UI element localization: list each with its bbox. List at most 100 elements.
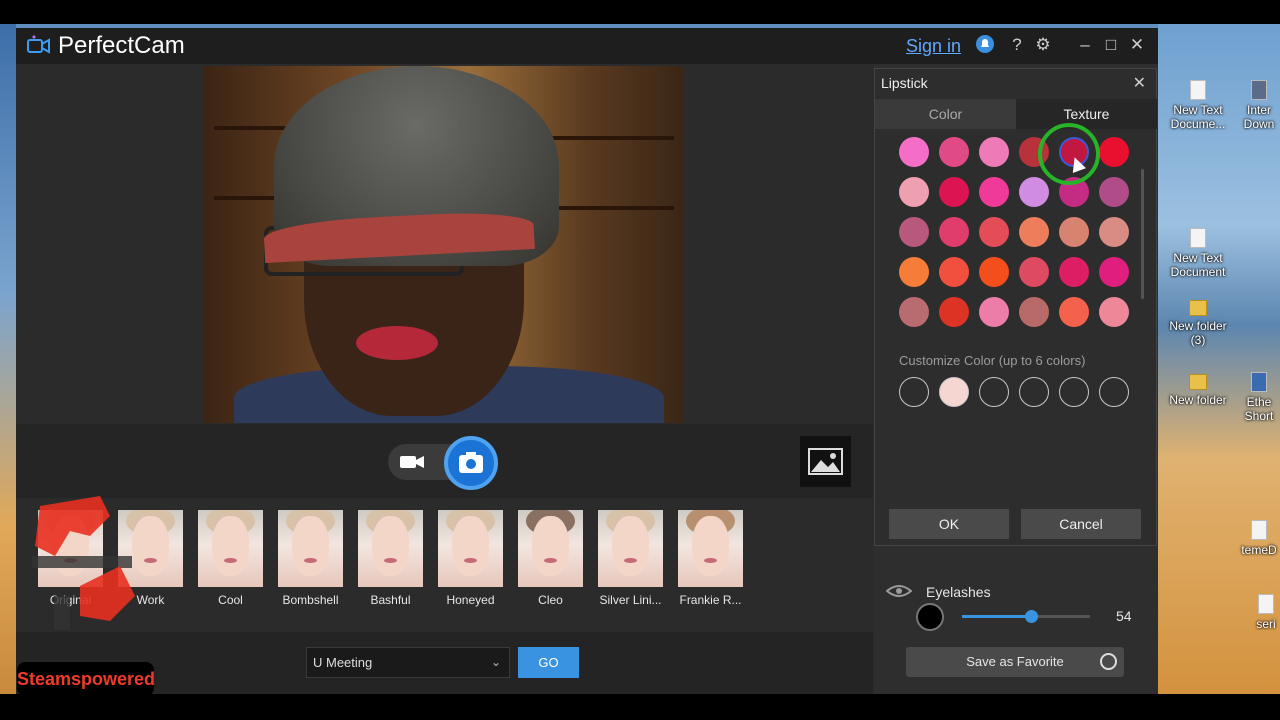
lipstick-swatch[interactable] xyxy=(1019,257,1049,287)
lipstick-swatch[interactable] xyxy=(939,297,969,327)
settings-gear-icon[interactable]: ⚙ xyxy=(1032,34,1054,56)
document-icon xyxy=(1190,228,1206,248)
lipstick-swatch[interactable] xyxy=(979,217,1009,247)
lipstick-swatch[interactable] xyxy=(939,177,969,207)
preset-label: Cleo xyxy=(538,593,563,607)
custom-color-slot[interactable] xyxy=(979,377,1009,407)
preset-silver-lining[interactable]: Silver Lini... xyxy=(598,510,663,607)
lipstick-swatch[interactable] xyxy=(1099,297,1129,327)
lipstick-swatch[interactable] xyxy=(899,177,929,207)
lipstick-swatch[interactable] xyxy=(1099,257,1129,287)
maximize-icon[interactable]: □ xyxy=(1100,34,1122,56)
desktop-icon-seri[interactable]: seri xyxy=(1252,594,1280,631)
app-title: PerfectCam xyxy=(58,32,185,59)
screen-bottom-bar xyxy=(0,694,1280,720)
eyelashes-label: Eyelashes xyxy=(926,584,991,600)
gallery-image-icon[interactable] xyxy=(800,436,851,487)
custom-color-slot[interactable] xyxy=(899,377,929,407)
close-window-icon[interactable]: ✕ xyxy=(1126,34,1148,56)
desktop-icon-label: temeD xyxy=(1241,543,1277,557)
desktop-icon-folder[interactable]: New folder xyxy=(1163,374,1233,407)
lipstick-swatch[interactable] xyxy=(899,257,929,287)
lipstick-swatch[interactable] xyxy=(979,177,1009,207)
customize-color-label: Customize Color (up to 6 colors) xyxy=(899,353,1086,368)
lipstick-swatch[interactable] xyxy=(899,217,929,247)
save-favorite-label: Save as Favorite xyxy=(966,654,1064,669)
lipstick-swatch[interactable] xyxy=(979,257,1009,287)
lipstick-swatch[interactable] xyxy=(1019,217,1049,247)
eye-visibility-icon[interactable] xyxy=(885,584,913,601)
eyelash-intensity-value: 54 xyxy=(1116,608,1132,624)
app-icon xyxy=(1251,80,1267,100)
dialog-title: Lipstick xyxy=(881,75,928,91)
desktop-icon-teme[interactable]: temeD xyxy=(1238,520,1280,557)
preset-label: Bashful xyxy=(370,593,411,607)
desktop-icon-text-doc-1[interactable]: New Text Docume... xyxy=(1163,80,1233,131)
dialog-buttons: OK Cancel xyxy=(875,501,1157,547)
go-button[interactable]: GO xyxy=(518,647,579,678)
preset-label: Frankie R... xyxy=(679,593,742,607)
preset-label: Cool xyxy=(218,593,243,607)
help-icon[interactable]: ? xyxy=(1006,34,1028,56)
minimize-icon[interactable]: – xyxy=(1074,34,1096,56)
lipstick-swatch[interactable] xyxy=(1099,217,1129,247)
custom-color-slot[interactable] xyxy=(1059,377,1089,407)
scene-select-value: U Meeting xyxy=(313,655,373,670)
refresh-icon xyxy=(1100,653,1117,670)
chevron-down-icon: ⌄ xyxy=(490,655,501,669)
sign-in-link[interactable]: Sign in xyxy=(906,36,961,57)
preset-bashful[interactable]: Bashful xyxy=(358,510,423,607)
slider-knob[interactable] xyxy=(1025,610,1039,623)
desktop-icon-label: Inter Down xyxy=(1243,103,1275,131)
save-as-favorite-button[interactable]: Save as Favorite xyxy=(906,647,1124,677)
custom-color-slot[interactable] xyxy=(1019,377,1049,407)
lipstick-swatch[interactable] xyxy=(1099,137,1129,167)
lipstick-swatch[interactable] xyxy=(899,137,929,167)
lipstick-swatch[interactable] xyxy=(939,257,969,287)
lipstick-swatch[interactable] xyxy=(1059,297,1089,327)
eyelash-intensity-slider[interactable] xyxy=(962,610,1090,623)
preset-cleo[interactable]: Cleo xyxy=(518,510,583,607)
eyelash-color-swatch[interactable] xyxy=(916,603,944,631)
custom-color-slot[interactable] xyxy=(1099,377,1129,407)
photo-camera-button[interactable] xyxy=(444,436,498,490)
desktop-icon-internet-download[interactable]: Inter Down xyxy=(1238,80,1280,131)
lipstick-swatch[interactable] xyxy=(939,217,969,247)
video-camera-icon[interactable] xyxy=(396,450,436,474)
folder-icon xyxy=(1189,300,1207,316)
folder-icon xyxy=(1189,374,1207,390)
lipstick-dialog: Lipstick ✕ Color Texture Customize Color… xyxy=(874,68,1157,546)
lipstick-swatch[interactable] xyxy=(1059,257,1089,287)
preset-cool[interactable]: Cool xyxy=(198,510,263,607)
lipstick-swatch[interactable] xyxy=(1059,217,1089,247)
desktop-icon-label: New folder (3) xyxy=(1169,319,1227,347)
title-bar: PerfectCam Sign in ? ⚙ – □ ✕ xyxy=(16,28,1158,64)
desktop-icon-folder-3[interactable]: New folder (3) xyxy=(1163,300,1233,347)
tab-color[interactable]: Color xyxy=(875,99,1016,129)
lipstick-swatch[interactable] xyxy=(1099,177,1129,207)
lipstick-swatch[interactable] xyxy=(1019,177,1049,207)
desktop-icon-label: New folder xyxy=(1169,393,1227,407)
cancel-button[interactable]: Cancel xyxy=(1021,509,1141,539)
preset-bombshell[interactable]: Bombshell xyxy=(278,510,343,607)
document-icon xyxy=(1258,594,1274,614)
selection-highlight-ring xyxy=(1038,123,1100,185)
ok-button[interactable]: OK xyxy=(889,509,1009,539)
desktop-icon-label: Ethe Short xyxy=(1244,395,1274,423)
tab-texture[interactable]: Texture xyxy=(1016,99,1157,129)
lipstick-swatch[interactable] xyxy=(979,137,1009,167)
desktop-icon-text-doc-2[interactable]: New Text Document xyxy=(1163,228,1233,279)
custom-color-slot[interactable] xyxy=(939,377,969,407)
lipstick-swatch[interactable] xyxy=(939,137,969,167)
lipstick-swatch[interactable] xyxy=(899,297,929,327)
capture-mode-toggle[interactable] xyxy=(388,436,498,490)
preset-honeyed[interactable]: Honeyed xyxy=(438,510,503,607)
lipstick-swatch[interactable] xyxy=(979,297,1009,327)
notification-bell-icon[interactable] xyxy=(974,34,996,56)
desktop-icon-ethernet[interactable]: Ethe Short xyxy=(1238,372,1280,423)
scene-select[interactable]: U Meeting ⌄ xyxy=(306,647,510,678)
preset-frankie[interactable]: Frankie R... xyxy=(678,510,743,607)
palette-scrollbar[interactable] xyxy=(1141,169,1144,299)
close-icon[interactable]: ✕ xyxy=(1133,73,1146,93)
lipstick-swatch[interactable] xyxy=(1019,297,1049,327)
